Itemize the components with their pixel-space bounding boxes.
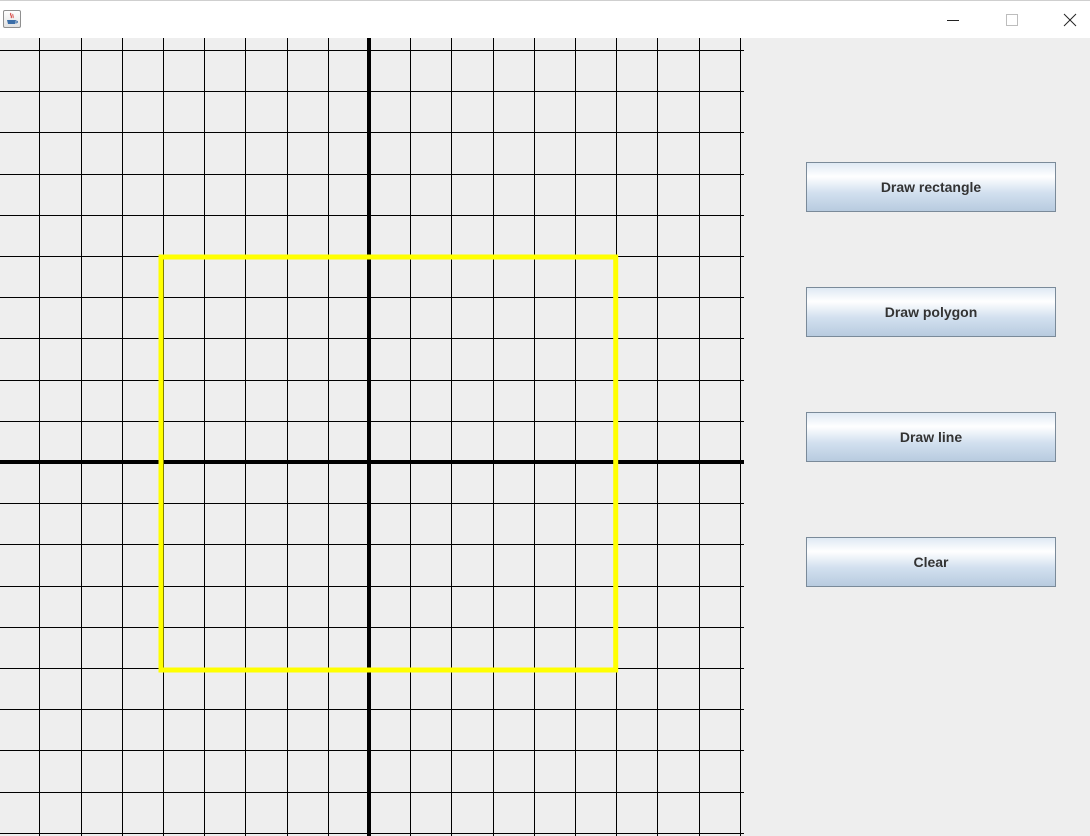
grid: [0, 38, 744, 836]
clear-button[interactable]: Clear: [806, 537, 1056, 587]
minimize-icon: [947, 19, 959, 21]
close-button[interactable]: [1047, 1, 1090, 38]
minimize-button[interactable]: [930, 1, 976, 38]
title-bar: [0, 0, 1090, 38]
control-panel: Draw rectangle Draw polygon Draw line Cl…: [744, 38, 1090, 836]
draw-rectangle-button[interactable]: Draw rectangle: [806, 162, 1056, 212]
maximize-icon: [1006, 13, 1018, 26]
maximize-button: [989, 1, 1035, 38]
drawing-canvas[interactable]: [0, 38, 744, 836]
draw-line-button[interactable]: Draw line: [806, 412, 1056, 462]
draw-polygon-button[interactable]: Draw polygon: [806, 287, 1056, 337]
close-icon: [1063, 13, 1077, 26]
java-coffee-cup-icon[interactable]: [3, 10, 21, 28]
